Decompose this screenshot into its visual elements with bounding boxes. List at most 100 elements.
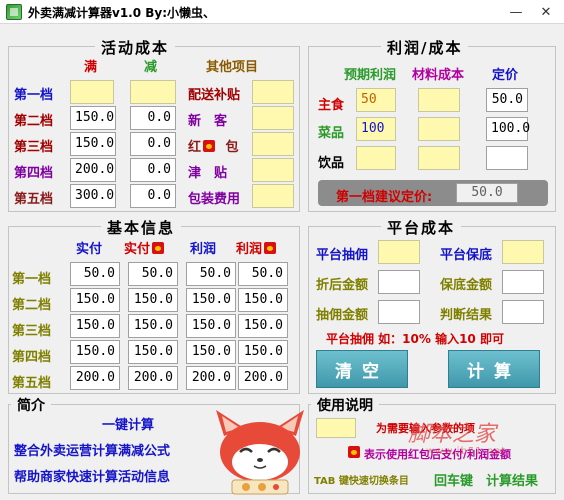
allowance-input[interactable] — [252, 158, 294, 182]
tier-label-4: 第四档 — [14, 166, 54, 181]
red-packet-label-b: 包 — [225, 140, 239, 155]
col-expected-header: 预期利润 — [344, 68, 397, 83]
dish-expected-input[interactable]: 100 — [356, 117, 396, 141]
tier-3-reduce-input[interactable]: 0.0 — [130, 132, 176, 156]
tier-3-full-input[interactable]: 150.0 — [70, 132, 116, 156]
red-packet-input[interactable] — [252, 132, 294, 156]
red-packet-icon — [348, 446, 360, 458]
tier-1-reduce-input[interactable] — [130, 80, 176, 104]
col-paid-redpacket-text: 实付 — [124, 242, 151, 257]
basic-tier-label-3: 第三档 — [12, 324, 52, 339]
basic-value-r3-c1: 150.0 — [70, 314, 120, 338]
basic-value-r3-c3: 150.0 — [186, 314, 236, 338]
dish-price-input[interactable]: 100.0 — [486, 117, 530, 141]
staple-label: 主食 — [318, 98, 345, 113]
watermark-logo: 脚本之家 — [408, 422, 497, 447]
col-paid-header: 实付 — [76, 242, 103, 257]
basic-tier-label-2: 第二档 — [12, 298, 52, 313]
usage-title: 使用说明 — [311, 395, 379, 415]
basic-value-r3-c4: 150.0 — [238, 314, 288, 338]
staple-material-input[interactable] — [418, 88, 460, 112]
tier-2-reduce-input[interactable]: 0.0 — [130, 106, 176, 130]
judgement-label: 判断结果 — [440, 308, 493, 323]
dish-label: 菜品 — [318, 126, 345, 141]
basic-value-r5-c4: 200.0 — [238, 366, 288, 390]
basic-value-r4-c3: 150.0 — [186, 340, 236, 364]
close-button[interactable]: ✕ — [532, 2, 560, 22]
commission-label: 平台抽佣 — [316, 248, 369, 263]
suggest-price-value: 50.0 — [456, 183, 518, 203]
tier-5-full-input[interactable]: 300.0 — [70, 184, 116, 208]
delivery-subsidy-input[interactable] — [252, 80, 294, 104]
basic-value-r5-c3: 200.0 — [186, 366, 236, 390]
packaging-fee-input[interactable] — [252, 184, 294, 208]
tier-label-1: 第一档 — [14, 88, 54, 103]
fox-mascot-image — [216, 410, 304, 495]
guarantee-amount-output — [502, 270, 544, 294]
new-customer-input[interactable] — [252, 106, 294, 130]
tier-4-full-input[interactable]: 200.0 — [70, 158, 116, 182]
basic-value-r5-c2: 200.0 — [128, 366, 178, 390]
discounted-amount-label: 折后金额 — [316, 278, 369, 293]
calculate-button[interactable]: 计算 — [448, 350, 540, 388]
tier-5-reduce-input[interactable]: 0.0 — [130, 184, 176, 208]
tier-2-full-input[interactable]: 150.0 — [70, 106, 116, 130]
clear-button[interactable]: 清空 — [316, 350, 408, 388]
basic-value-r4-c4: 150.0 — [238, 340, 288, 364]
basic-info-title: 基本信息 — [101, 217, 182, 238]
intro-line-2: 整合外卖运营计算满减公式 — [14, 444, 171, 459]
basic-value-r2-c4: 150.0 — [238, 288, 288, 312]
basic-value-r3-c2: 150.0 — [128, 314, 178, 338]
red-packet-icon — [203, 140, 216, 152]
col-profit-header: 利润 — [190, 242, 217, 257]
usage-line-3c: 计算结果 — [486, 474, 539, 489]
delivery-subsidy-label: 配送补贴 — [188, 88, 241, 103]
col-price-header: 定价 — [492, 68, 519, 83]
minimize-button[interactable]: — — [502, 2, 530, 22]
allowance-label: 津 贴 — [188, 166, 228, 181]
drink-material-input[interactable] — [418, 146, 460, 170]
basic-tier-label-4: 第四档 — [12, 350, 52, 365]
basic-value-r1-c1: 50.0 — [70, 262, 120, 286]
profit-cost-title: 利润/成本 — [381, 37, 469, 58]
basic-tier-label-1: 第一档 — [12, 272, 52, 287]
basic-value-r4-c1: 150.0 — [70, 340, 120, 364]
commission-amount-output — [378, 300, 420, 324]
col-profit-redpacket-header: 利润 — [236, 238, 277, 257]
usage-sample-yellow-box — [316, 418, 356, 438]
drink-price-input[interactable] — [486, 146, 528, 170]
red-packet-label: 红 包 — [188, 136, 239, 155]
col-material-header: 材料成本 — [412, 68, 465, 83]
suggest-price-label: 第一档建议定价: — [336, 190, 433, 205]
packaging-fee-label: 包装费用 — [188, 192, 241, 207]
drink-label: 饮品 — [318, 156, 345, 171]
tier-label-2: 第二档 — [14, 114, 54, 129]
basic-value-r1-c2: 50.0 — [128, 262, 178, 286]
tier-1-full-input[interactable] — [70, 80, 114, 104]
col-profit-redpacket-text: 利润 — [236, 242, 263, 257]
staple-price-input[interactable]: 50.0 — [486, 88, 528, 112]
tier-label-3: 第三档 — [14, 140, 54, 155]
guarantee-input[interactable] — [502, 240, 544, 264]
basic-value-r2-c3: 150.0 — [186, 288, 236, 312]
platform-cost-title: 平台成本 — [381, 217, 462, 238]
dish-material-input[interactable] — [418, 117, 460, 141]
basic-tier-label-5: 第五档 — [12, 376, 52, 391]
commission-input[interactable] — [378, 240, 420, 264]
usage-line-3a: TAB 键快速切换条目 — [314, 476, 409, 487]
col-paid-redpacket-header: 实付 — [124, 238, 165, 257]
basic-value-r2-c1: 150.0 — [70, 288, 120, 312]
guarantee-label: 平台保底 — [440, 248, 493, 263]
guarantee-amount-label: 保底金额 — [440, 278, 493, 293]
activity-cost-title: 活动成本 — [95, 37, 176, 58]
basic-value-r5-c1: 200.0 — [70, 366, 120, 390]
watermark-url: www.jb51.net — [426, 446, 507, 457]
window-title: 外卖满减计算器v1.0 By:小懒虫、 — [28, 6, 216, 20]
app-icon — [6, 4, 22, 20]
basic-value-r1-c3: 50.0 — [186, 262, 236, 286]
tier-4-reduce-input[interactable]: 0.0 — [130, 158, 176, 182]
drink-expected-input[interactable] — [356, 146, 396, 170]
intro-line-1: 一键计算 — [102, 418, 155, 433]
commission-hint: 平台抽佣 如：10% 输入10 即可 — [326, 332, 504, 346]
staple-expected-input[interactable]: 50 — [356, 88, 396, 112]
